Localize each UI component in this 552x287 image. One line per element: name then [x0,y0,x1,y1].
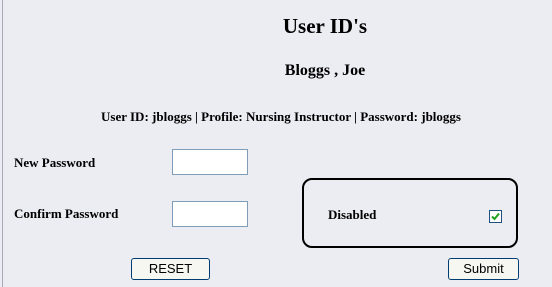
checkmark-icon [491,212,500,221]
confirm-password-input[interactable] [172,201,248,227]
new-password-input[interactable] [172,149,248,175]
page-title: User ID's [282,14,368,38]
confirm-password-label: Confirm Password [14,206,119,221]
disabled-label: Disabled [328,207,377,222]
new-password-label: New Password [14,155,96,170]
submit-button[interactable]: Submit [448,258,519,280]
disabled-group: Disabled [302,178,518,248]
disabled-checkbox[interactable] [489,210,502,223]
user-ids-panel: User ID's Bloggs , Joe User ID: jbloggs … [0,0,552,287]
user-name: Bloggs , Joe [284,62,366,79]
reset-button[interactable]: RESET [131,258,210,280]
panel-left-border [2,0,3,287]
user-info-line: User ID: jbloggs | Profile: Nursing Inst… [101,109,461,124]
